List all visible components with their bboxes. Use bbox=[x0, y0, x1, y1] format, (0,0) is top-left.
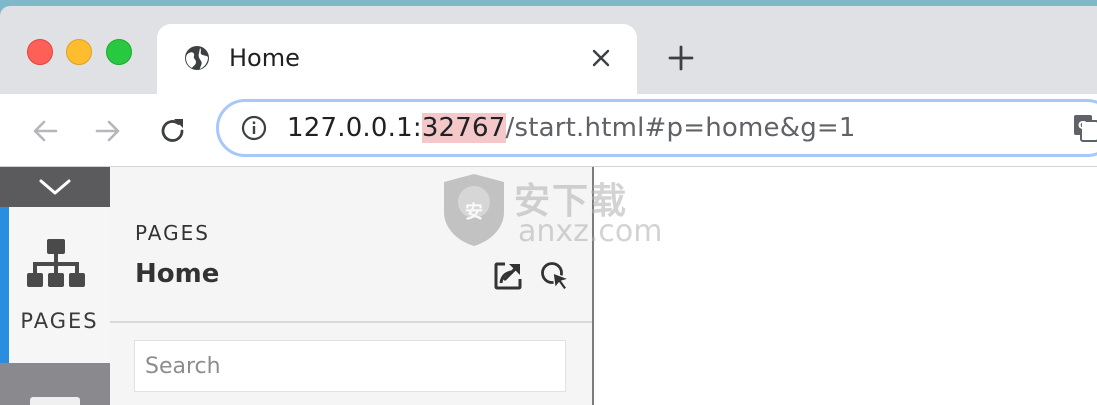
browser-tab[interactable]: Home bbox=[157, 24, 637, 94]
url-text[interactable]: 127.0.0.1:32767/start.html#p=home&g=1 bbox=[287, 113, 856, 143]
translate-icon[interactable]: G bbox=[1073, 114, 1097, 142]
sitemap-icon bbox=[27, 239, 85, 287]
arrow-right-icon[interactable] bbox=[93, 116, 123, 146]
rail-tab-label: PAGES bbox=[20, 309, 99, 333]
panel-heading: PAGES bbox=[135, 221, 210, 245]
close-icon[interactable] bbox=[589, 46, 613, 70]
watermark: 安 安下载 anxz.com bbox=[438, 172, 678, 252]
url-path: /start.html#p=home&g=1 bbox=[505, 113, 856, 143]
rail-lower bbox=[0, 363, 110, 405]
info-icon[interactable] bbox=[241, 115, 267, 141]
svg-text:安: 安 bbox=[465, 201, 483, 223]
plus-icon[interactable] bbox=[668, 45, 694, 71]
rail-next-tab[interactable] bbox=[30, 397, 80, 405]
page-title: Home bbox=[135, 259, 220, 289]
shield-logo-icon: 安 bbox=[444, 174, 504, 246]
url-port: 32767 bbox=[421, 113, 506, 143]
collapse-toggle[interactable] bbox=[0, 167, 110, 207]
chevron-down-icon bbox=[39, 179, 71, 195]
left-rail: PAGES bbox=[0, 167, 110, 405]
watermark-domain: anxz.com bbox=[518, 214, 663, 249]
zoom-window-button[interactable] bbox=[106, 39, 132, 65]
browser-window: Home 127.0.0.1:32767/start.html#p=home&g… bbox=[0, 6, 1097, 405]
panel-divider bbox=[110, 321, 592, 323]
url-host: 127.0.0.1: bbox=[287, 113, 422, 143]
reload-icon[interactable] bbox=[158, 116, 188, 146]
tab-title: Home bbox=[229, 44, 300, 72]
close-window-button[interactable] bbox=[27, 39, 53, 65]
cursor-icon[interactable] bbox=[540, 261, 572, 291]
arrow-left-icon[interactable] bbox=[30, 116, 60, 146]
svg-text:G: G bbox=[1078, 119, 1087, 132]
globe-icon bbox=[185, 46, 209, 70]
rail-tab-pages[interactable]: PAGES bbox=[0, 207, 110, 363]
popout-icon[interactable] bbox=[493, 261, 523, 291]
browser-toolbar: 127.0.0.1:32767/start.html#p=home&g=1 G bbox=[0, 94, 1097, 166]
minimize-window-button[interactable] bbox=[66, 39, 92, 65]
address-bar[interactable]: 127.0.0.1:32767/start.html#p=home&g=1 G bbox=[216, 99, 1097, 157]
search-input[interactable] bbox=[134, 340, 566, 392]
